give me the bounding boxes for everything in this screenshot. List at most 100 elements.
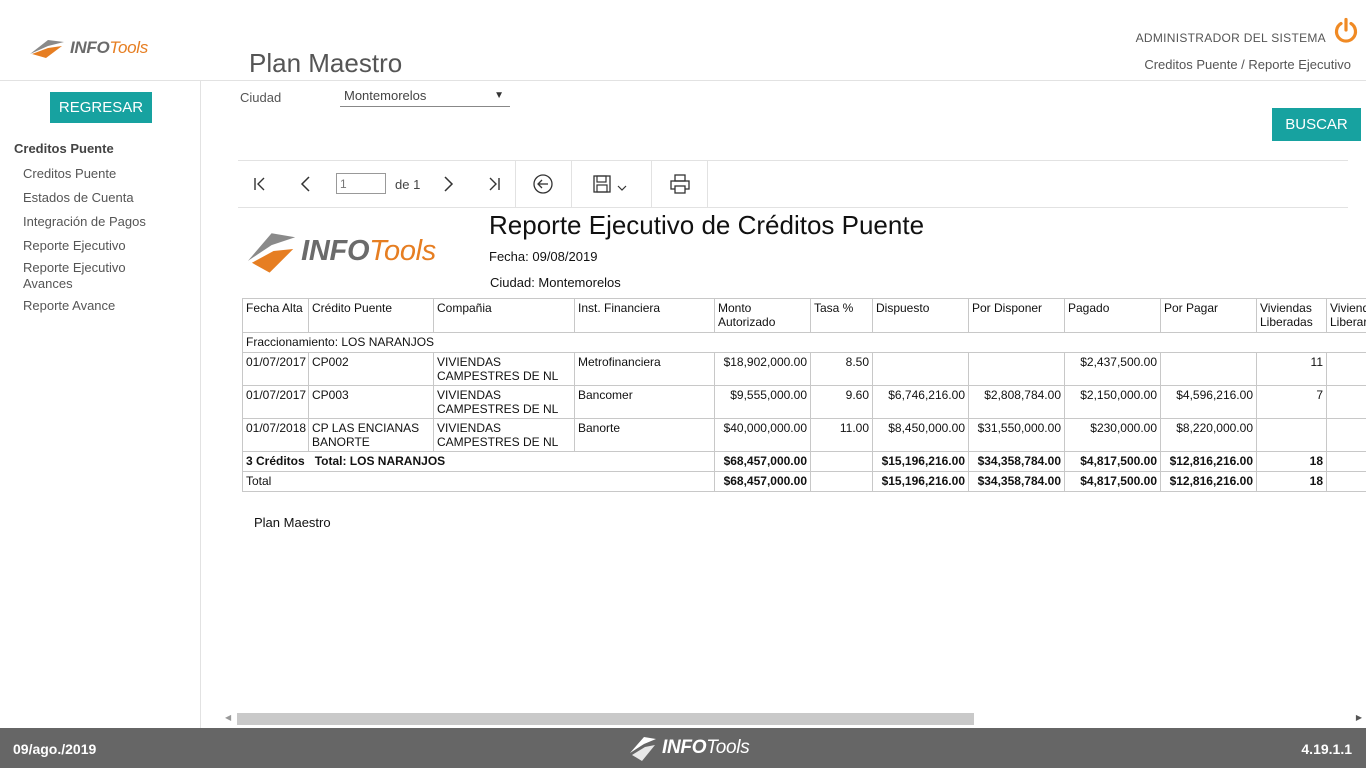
sidebar-item-reporte-ejecutivo[interactable]: Reporte Ejecutivo <box>23 238 173 254</box>
cell-fecha: 01/07/2017 <box>242 352 309 386</box>
scrollbar-thumb[interactable] <box>237 713 974 725</box>
page-title: Plan Maestro <box>249 48 403 78</box>
scroll-right-icon[interactable]: ▶ <box>1356 713 1362 722</box>
power-icon[interactable] <box>1332 17 1360 45</box>
city-select[interactable]: Montemorelos ▼ <box>340 88 510 107</box>
subtotal-tasa <box>810 451 873 472</box>
cell-dispuesto <box>872 352 969 386</box>
cell-compania: VIVIENDAS CAMPESTRES DE NL <box>433 352 575 386</box>
search-button[interactable]: BUSCAR <box>1272 108 1361 141</box>
toolbar-separator <box>515 160 516 207</box>
next-page-icon[interactable] <box>436 172 460 196</box>
subtotal-por-liberar <box>1326 451 1366 472</box>
sidebar-divider <box>200 81 201 728</box>
sidebar-item-creditos-puente[interactable]: Creditos Puente <box>23 166 173 182</box>
total-row: Total $68,457,000.00 $15,196,216.00 $34,… <box>242 471 1366 492</box>
footer-date: 09/ago./2019 <box>13 741 97 757</box>
cell-por-liberar <box>1326 352 1366 386</box>
table-row: 01/07/2018 CP LAS ENCIANAS BANORTE VIVIE… <box>242 418 1366 452</box>
subtotal-label: 3 Créditos Total: LOS NARANJOS <box>242 451 715 472</box>
column-header: Pagado <box>1064 298 1161 333</box>
cell-liberadas: 7 <box>1256 385 1327 419</box>
cell-pagado: $2,150,000.00 <box>1064 385 1161 419</box>
sidebar-item-estados-cuenta[interactable]: Estados de Cuenta <box>23 190 173 206</box>
header-divider <box>0 80 1366 81</box>
cell-dispuesto: $6,746,216.00 <box>872 385 969 419</box>
report-table-container: Fecha Alta Crédito Puente Compañia Inst.… <box>242 298 1366 492</box>
subtotal-monto: $68,457,000.00 <box>714 451 811 472</box>
city-select-value: Montemorelos <box>344 88 427 103</box>
sidebar-item-reporte-avance[interactable]: Reporte Avance <box>23 298 173 314</box>
logo-mark-icon <box>30 40 64 58</box>
cell-liberadas: 11 <box>1256 352 1327 386</box>
column-header: Compañia <box>433 298 575 333</box>
cell-fecha: 01/07/2018 <box>242 418 309 452</box>
back-button[interactable]: REGRESAR <box>50 92 152 123</box>
total-monto: $68,457,000.00 <box>714 471 811 492</box>
report-footer-note: Plan Maestro <box>254 515 331 530</box>
column-header: Fecha Alta <box>242 298 309 333</box>
column-header: Por Disponer <box>968 298 1065 333</box>
chevron-down-icon[interactable] <box>615 176 629 200</box>
column-header: Dispuesto <box>872 298 969 333</box>
total-por-pagar: $12,816,216.00 <box>1160 471 1257 492</box>
total-liberadas: 18 <box>1256 471 1327 492</box>
footer-logo: INFOTools <box>628 733 750 763</box>
page-number-input[interactable] <box>336 173 386 194</box>
logo-mark-icon <box>247 233 296 273</box>
column-header: Tasa % <box>810 298 873 333</box>
sidebar-section-title: Creditos Puente <box>14 141 114 156</box>
cell-por-liberar <box>1326 418 1366 452</box>
cell-compania: VIVIENDAS CAMPESTRES DE NL <box>433 385 575 419</box>
toolbar-top-border <box>238 160 1348 161</box>
subtotal-liberadas: 18 <box>1256 451 1327 472</box>
toolbar-separator <box>571 160 572 207</box>
cell-por-pagar: $8,220,000.00 <box>1160 418 1257 452</box>
breadcrumb: Creditos Puente / Reporte Ejecutivo <box>1144 57 1351 72</box>
cell-inst: Bancomer <box>574 385 715 419</box>
cell-tasa: 9.60 <box>810 385 873 419</box>
cell-fecha: 01/07/2017 <box>242 385 309 419</box>
total-dispuesto: $15,196,216.00 <box>872 471 969 492</box>
total-label: Total <box>242 471 715 492</box>
column-header: Viviendas Liberadas <box>1256 298 1327 333</box>
cell-tasa: 8.50 <box>810 352 873 386</box>
cell-credito: CP003 <box>308 385 434 419</box>
cell-liberadas <box>1256 418 1327 452</box>
save-icon[interactable] <box>590 172 614 196</box>
subtotal-dispuesto: $15,196,216.00 <box>872 451 969 472</box>
table-header-row: Fecha Alta Crédito Puente Compañia Inst.… <box>242 298 1366 333</box>
report-logo: INFOTools <box>246 226 436 276</box>
dropdown-arrow-icon: ▼ <box>494 90 504 101</box>
scroll-left-icon[interactable]: ◀ <box>225 713 231 722</box>
first-page-icon[interactable] <box>248 172 272 196</box>
cell-por-disponer: $31,550,000.00 <box>968 418 1065 452</box>
sidebar-item-integracion-pagos[interactable]: Integración de Pagos <box>23 214 173 230</box>
subtotal-por-pagar: $12,816,216.00 <box>1160 451 1257 472</box>
column-header: Crédito Puente <box>308 298 434 333</box>
horizontal-scrollbar[interactable]: ◀ ▶ <box>224 712 1366 726</box>
toolbar-separator <box>651 160 652 207</box>
sidebar-item-reporte-ejecutivo-avances[interactable]: Reporte Ejecutivo Avances <box>23 260 143 292</box>
previous-page-icon[interactable] <box>294 172 318 196</box>
last-page-icon[interactable] <box>482 172 506 196</box>
cell-monto: $9,555,000.00 <box>714 385 811 419</box>
logo-mark-icon <box>630 737 656 761</box>
cell-dispuesto: $8,450,000.00 <box>872 418 969 452</box>
subtotal-row: 3 Créditos Total: LOS NARANJOS $68,457,0… <box>242 451 1366 472</box>
group-label: Fraccionamiento: LOS NARANJOS <box>242 332 1366 353</box>
cell-credito: CP LAS ENCIANAS BANORTE <box>308 418 434 452</box>
column-header: Monto Autorizado <box>714 298 811 333</box>
cell-pagado: $2,437,500.00 <box>1064 352 1161 386</box>
cell-por-disponer: $2,808,784.00 <box>968 385 1065 419</box>
back-to-parent-icon[interactable] <box>531 172 555 196</box>
total-por-disponer: $34,358,784.00 <box>968 471 1065 492</box>
report-table: Fecha Alta Crédito Puente Compañia Inst.… <box>242 298 1366 492</box>
user-name: ADMINISTRADOR DEL SISTEMA <box>1135 31 1326 45</box>
cell-por-pagar: $4,596,216.00 <box>1160 385 1257 419</box>
print-icon[interactable] <box>668 172 692 196</box>
cell-inst: Metrofinanciera <box>574 352 715 386</box>
cell-credito: CP002 <box>308 352 434 386</box>
table-row: 01/07/2017 CP002 VIVIENDAS CAMPESTRES DE… <box>242 352 1366 386</box>
total-por-liberar <box>1326 471 1366 492</box>
